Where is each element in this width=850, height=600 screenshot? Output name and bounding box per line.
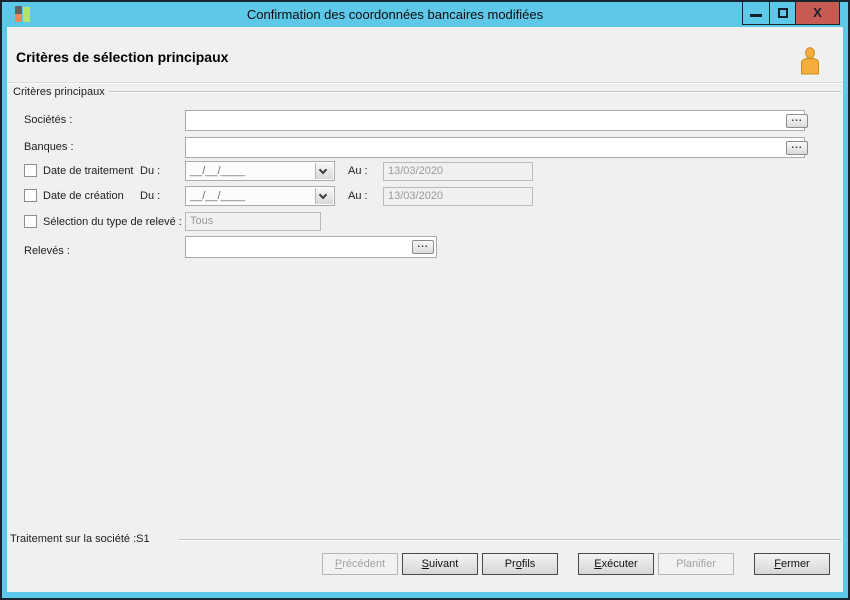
date-creation-checkbox[interactable] — [24, 189, 37, 202]
maximize-button[interactable] — [769, 2, 795, 24]
societes-browse-button[interactable]: ... — [786, 114, 808, 128]
window-title: Confirmation des coordonnées bancaires m… — [246, 7, 544, 22]
banques-browse-button[interactable]: ... — [786, 141, 808, 155]
suivant-button[interactable]: Suivant — [402, 553, 478, 575]
app-icon-gray-square — [15, 6, 22, 14]
date-creation-du-label: Du : — [140, 190, 161, 202]
date-creation-du-combo[interactable]: __/__/____ — [185, 186, 335, 206]
date-traitement-au-label: Au : — [348, 165, 368, 177]
releves-input[interactable] — [185, 236, 437, 258]
app-icon-green-square — [23, 7, 30, 22]
type-releve-checkbox[interactable] — [24, 215, 37, 228]
user-icon — [801, 47, 819, 75]
date-traitement-checkbox[interactable] — [24, 164, 37, 177]
page-title: Critères de sélection principaux — [16, 49, 229, 65]
date-creation-au-input: 13/03/2020 — [383, 187, 533, 206]
maximize-icon — [778, 8, 788, 18]
main-group-label: Critères principaux — [10, 86, 108, 98]
dialog-window: Confirmation des coordonnées bancaires m… — [0, 0, 850, 600]
chevron-down-icon[interactable] — [315, 163, 333, 179]
dialog-content: Critères de sélection principaux Critère… — [7, 27, 843, 592]
close-button[interactable]: X — [795, 2, 839, 24]
window-controls: X — [742, 2, 840, 25]
type-releve-label: Sélection du type de relevé : — [43, 216, 182, 228]
date-traitement-label: Date de traitement — [43, 165, 134, 177]
precedent-button[interactable]: Précédent — [322, 553, 398, 575]
date-traitement-du-label: Du : — [140, 165, 161, 177]
header-separator — [7, 82, 843, 83]
combo-value: __/__/____ — [190, 165, 246, 177]
profils-button[interactable]: Profils — [482, 553, 558, 575]
status-text: Traitement sur la société :S1 — [10, 533, 152, 545]
planifier-button[interactable]: Planifier — [658, 553, 734, 575]
title-bar[interactable]: Confirmation des coordonnées bancaires m… — [2, 2, 848, 27]
type-releve-input: Tous — [185, 212, 321, 231]
date-traitement-au-input: 13/03/2020 — [383, 162, 533, 181]
releves-label: Relevés : — [24, 245, 70, 257]
releves-browse-button[interactable]: ... — [412, 240, 434, 254]
combo-value: __/__/____ — [190, 190, 246, 202]
societes-label: Sociétés : — [24, 114, 73, 126]
app-icon-orange-square — [15, 14, 22, 22]
app-icon — [15, 6, 32, 23]
date-creation-label: Date de création — [43, 190, 124, 202]
date-traitement-du-combo[interactable]: __/__/____ — [185, 161, 335, 181]
minimize-button[interactable] — [743, 2, 769, 24]
status-line — [179, 539, 841, 540]
executer-button[interactable]: Exécuter — [578, 553, 654, 575]
minimize-icon — [750, 14, 762, 17]
chevron-down-icon[interactable] — [315, 188, 333, 204]
fermer-button[interactable]: Fermer — [754, 553, 830, 575]
date-creation-au-label: Au : — [348, 190, 368, 202]
banques-input[interactable] — [185, 137, 805, 158]
main-group-line — [109, 91, 841, 92]
societes-input[interactable] — [185, 110, 805, 131]
banques-label: Banques : — [24, 141, 74, 153]
